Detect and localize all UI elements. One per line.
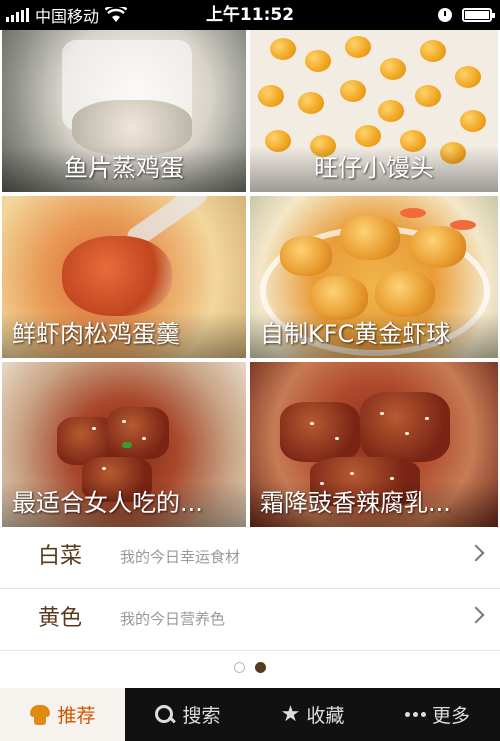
tab-bar: 推荐 搜索 ★ 收藏 更多 <box>0 688 500 741</box>
recipe-title: 鲜虾肉松鸡蛋羹 <box>2 312 246 358</box>
recipe-title: 自制KFC黄金虾球 <box>250 312 498 358</box>
recipe-title: 最适合女人吃的... <box>2 481 246 527</box>
status-bar: 中国移动 上午11:52 <box>0 0 500 30</box>
recipe-tile[interactable]: 霜降豉香辣腐乳... <box>250 362 498 527</box>
recipe-tile[interactable]: 鱼片蒸鸡蛋 <box>2 30 246 192</box>
more-dots-icon <box>404 704 426 726</box>
status-time: 上午11:52 <box>205 5 295 25</box>
page-dot-active[interactable] <box>255 661 266 673</box>
chevron-right-icon <box>467 606 485 624</box>
recipe-title: 霜降豉香辣腐乳... <box>250 481 498 527</box>
tab-favorites[interactable]: ★ 收藏 <box>250 688 375 741</box>
recipe-tile[interactable]: 鲜虾肉松鸡蛋羹 <box>2 196 246 358</box>
row-description: 我的今日营养色 <box>120 610 226 628</box>
search-icon <box>154 704 176 726</box>
chevron-right-icon <box>467 544 485 562</box>
recipe-tile[interactable]: 自制KFC黄金虾球 <box>250 196 498 358</box>
page-indicator <box>0 654 500 680</box>
recipe-title: 鱼片蒸鸡蛋 <box>2 146 246 192</box>
battery-icon <box>462 8 495 22</box>
tab-search[interactable]: 搜索 <box>125 688 250 741</box>
tab-recommend[interactable]: 推荐 <box>0 688 125 741</box>
row-label: 白菜 <box>38 544 83 569</box>
row-label: 黄色 <box>38 606 83 631</box>
lucky-ingredient-row[interactable]: 白菜 我的今日幸运食材 <box>0 527 500 589</box>
recipe-tile[interactable]: 旺仔小馒头 <box>250 30 498 192</box>
recipe-tile[interactable]: 最适合女人吃的... <box>2 362 246 527</box>
tab-label: 搜索 <box>182 705 221 727</box>
chef-hat-icon <box>29 704 51 725</box>
star-icon: ★ <box>280 701 301 727</box>
tab-label: 推荐 <box>57 705 96 727</box>
tab-label: 收藏 <box>306 705 345 727</box>
tab-label: 更多 <box>431 705 470 727</box>
nutrition-color-row[interactable]: 黄色 我的今日营养色 <box>0 589 500 651</box>
page-dot[interactable] <box>234 661 245 673</box>
alarm-icon <box>438 8 452 22</box>
tab-more[interactable]: 更多 <box>375 688 500 741</box>
row-description: 我的今日幸运食材 <box>120 548 241 566</box>
recipe-title: 旺仔小馒头 <box>250 146 498 192</box>
recipe-grid: 鱼片蒸鸡蛋 旺仔小馒头 鲜虾肉松鸡蛋羹 自制KFC黄金虾球 最适合女人吃的...… <box>0 30 500 527</box>
